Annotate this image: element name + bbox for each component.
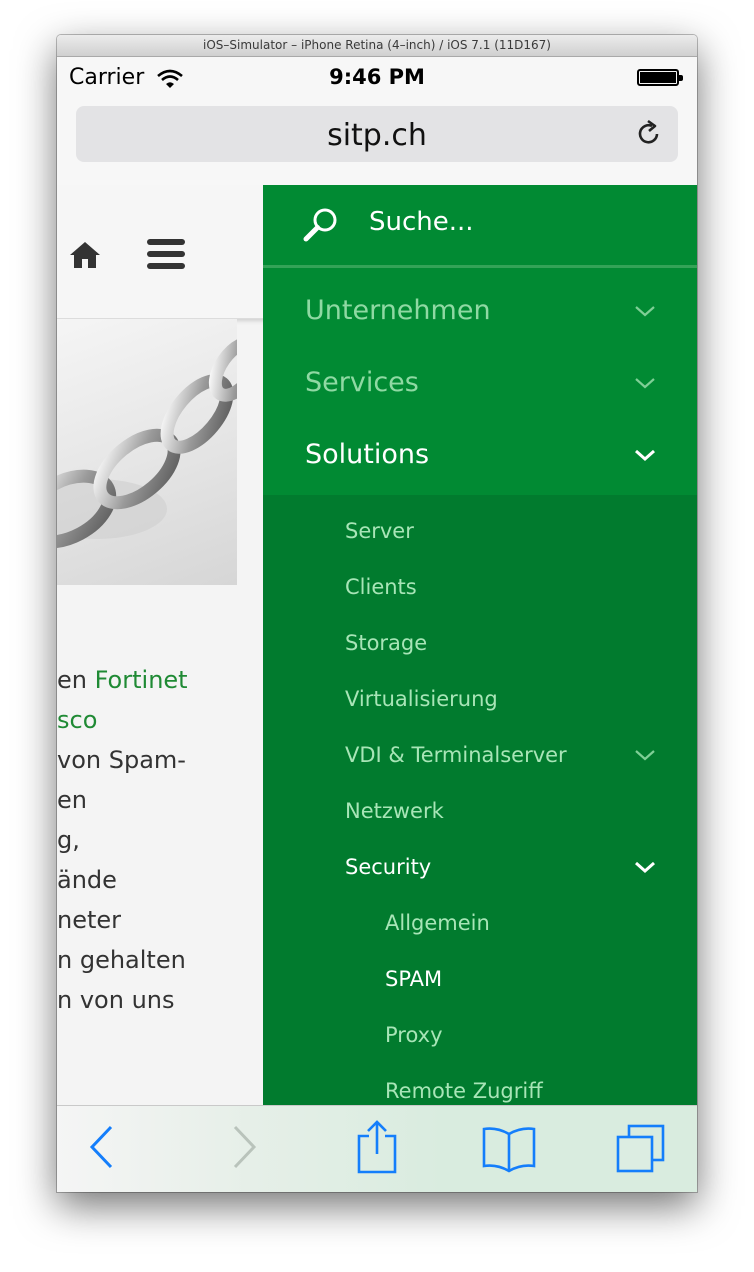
home-icon[interactable] [69, 240, 101, 270]
forward-icon[interactable] [229, 1124, 259, 1170]
body-line: neter [57, 906, 122, 934]
chevron-down-icon[interactable] [633, 859, 657, 875]
status-bar: Carrier 9:46 PM [57, 57, 697, 97]
url-text[interactable]: sitp.ch [76, 118, 678, 153]
submenu-item-vdi-terminalserver[interactable]: VDI & Terminalserver [263, 731, 697, 787]
chain-image [57, 336, 266, 549]
fortinet-link[interactable]: Fortinet [95, 666, 188, 694]
submenu-item-clients[interactable]: Clients [263, 563, 697, 619]
menu-item-label: Unternehmen [305, 295, 491, 326]
window-title: iOS–Simulator – iPhone Retina (4–inch) /… [203, 38, 551, 52]
hero-image-chain [57, 319, 266, 585]
simulator-window: iOS–Simulator – iPhone Retina (4–inch) /… [57, 35, 697, 1192]
submenu-item-virtualisierung[interactable]: Virtualisierung [263, 675, 697, 731]
security-item-remote-zugriff[interactable]: Remote Zugriff [263, 1067, 697, 1105]
submenu-item-label: Proxy [385, 1023, 443, 1047]
security-item-spam[interactable]: SPAM [263, 955, 697, 1011]
chevron-down-icon[interactable] [633, 447, 657, 463]
body-text: en Fortinet sco von Spam- en g, ände net… [57, 660, 263, 1020]
menu-item-services[interactable]: Services [263, 351, 697, 423]
submenu-item-label: VDI & Terminalserver [345, 743, 567, 767]
submenu-item-netzwerk[interactable]: Netzwerk [263, 787, 697, 843]
tabs-icon[interactable] [615, 1123, 667, 1175]
chevron-down-icon[interactable] [633, 747, 657, 763]
submenu-item-label: Virtualisierung [345, 687, 498, 711]
submenu-item-label: SPAM [385, 967, 443, 991]
web-content: en Fortinet sco von Spam- en g, ände net… [57, 185, 697, 1105]
menu-item-label: Solutions [305, 439, 430, 470]
submenu-item-label: Allgemein [385, 911, 490, 935]
submenu-item-label: Remote Zugriff [385, 1079, 543, 1103]
solutions-submenu: Server Clients Storage Virtualisierung V… [263, 495, 697, 1105]
submenu-item-label: Storage [345, 631, 428, 655]
submenu-item-storage[interactable]: Storage [263, 619, 697, 675]
search-label[interactable]: Suche... [369, 207, 474, 237]
submenu-item-label: Netzwerk [345, 799, 444, 823]
battery-icon [637, 69, 683, 86]
menu-item-unternehmen[interactable]: Unternehmen [263, 279, 697, 351]
safari-toolbar [57, 1105, 697, 1192]
body-line: g, [57, 826, 80, 854]
body-line: en Fortinet [57, 666, 188, 694]
search-icon [303, 208, 337, 242]
menu-item-solutions[interactable]: Solutions [263, 423, 697, 495]
submenu-item-label: Server [345, 519, 414, 543]
bookmarks-icon[interactable] [481, 1126, 537, 1174]
reload-icon[interactable] [634, 119, 664, 149]
security-item-allgemein[interactable]: Allgemein [263, 899, 697, 955]
menu-item-label: Services [305, 367, 419, 398]
chevron-down-icon[interactable] [633, 303, 657, 319]
submenu-item-label: Security [345, 855, 432, 879]
share-icon[interactable] [355, 1120, 399, 1174]
navigation-menu: Suche... Unternehmen Services Solutions … [263, 185, 697, 1105]
menu-search[interactable]: Suche... [263, 185, 697, 268]
body-line: en [57, 786, 87, 814]
status-time: 9:46 PM [329, 65, 425, 89]
body-line: ände [57, 866, 117, 894]
body-line: n von uns [57, 986, 175, 1014]
window-title-bar: iOS–Simulator – iPhone Retina (4–inch) /… [57, 35, 697, 57]
security-item-proxy[interactable]: Proxy [263, 1011, 697, 1067]
body-line: von Spam- [57, 746, 186, 774]
address-bar[interactable]: sitp.ch [76, 106, 678, 162]
submenu-item-server[interactable]: Server [263, 507, 697, 563]
submenu-item-label: Clients [345, 575, 417, 599]
cisco-link[interactable]: sco [57, 706, 97, 734]
body-line: n gehalten [57, 946, 186, 974]
back-icon[interactable] [87, 1124, 117, 1170]
body-line: sco [57, 700, 263, 740]
hamburger-icon[interactable] [147, 239, 185, 269]
submenu-item-security[interactable]: Security [263, 843, 697, 899]
chevron-down-icon[interactable] [633, 375, 657, 391]
site-header [57, 185, 267, 319]
